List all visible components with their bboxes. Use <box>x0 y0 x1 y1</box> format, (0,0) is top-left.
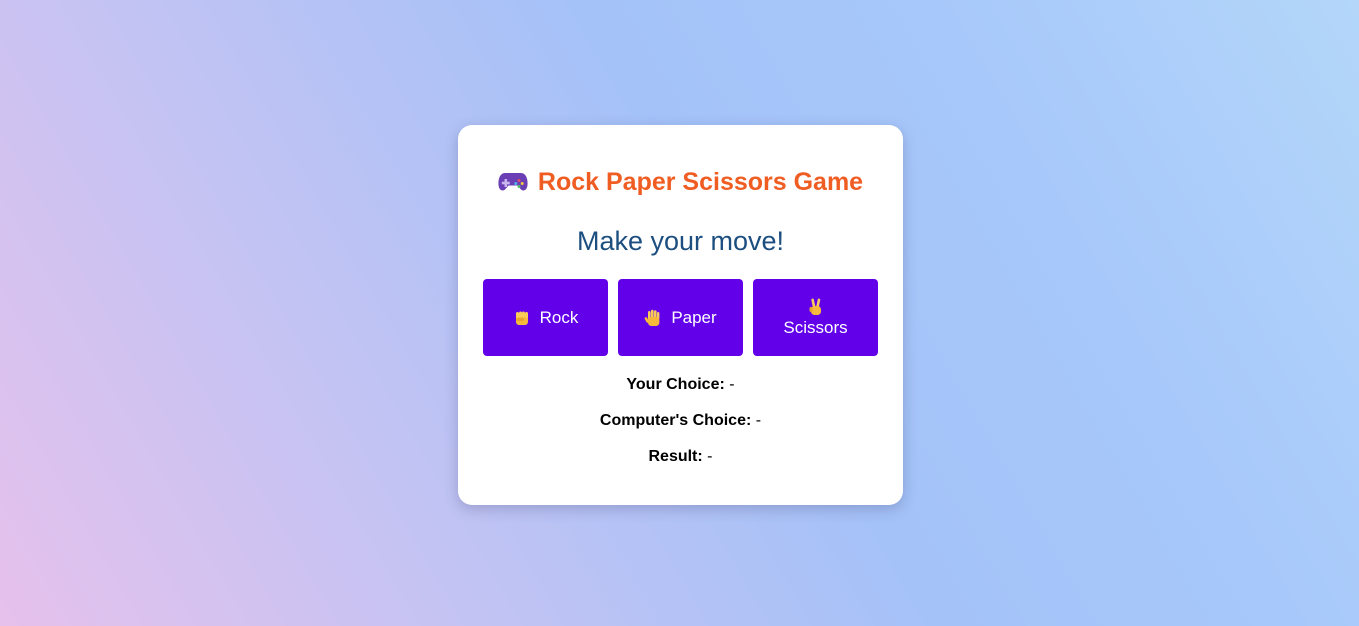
paper-button[interactable]: Paper <box>618 279 743 356</box>
raised-hand-icon <box>644 309 660 326</box>
your-choice-value: - <box>729 376 735 393</box>
computer-choice-line: Computer's Choice: - <box>458 411 903 431</box>
raised-fist-icon <box>515 311 528 325</box>
gamepad-icon <box>498 173 528 191</box>
computer-choice-value: - <box>755 412 762 429</box>
game-title: Rock Paper Scissors Game <box>458 166 903 198</box>
scissors-button-label: Scissors <box>783 317 848 337</box>
game-card: Rock Paper Scissors Game Make your move!… <box>458 125 903 505</box>
result-value: - <box>707 448 713 465</box>
your-choice-label: Your Choice: <box>626 376 725 393</box>
scissors-button[interactable]: Scissors <box>753 279 878 356</box>
your-choice-line: Your Choice: - <box>458 375 903 395</box>
choice-buttons: Rock Paper Scissors <box>483 279 878 356</box>
game-title-text: Rock Paper Scissors Game <box>537 168 864 196</box>
rock-button[interactable]: Rock <box>483 279 608 356</box>
victory-hand-icon <box>809 298 821 315</box>
paper-button-label: Paper <box>671 307 717 327</box>
result-line: Result: - <box>458 447 903 467</box>
computer-choice-label: Computer's Choice: <box>599 412 752 429</box>
rock-button-label: Rock <box>539 307 579 327</box>
result-label: Result: <box>648 448 703 465</box>
move-prompt: Make your move! <box>576 226 785 256</box>
